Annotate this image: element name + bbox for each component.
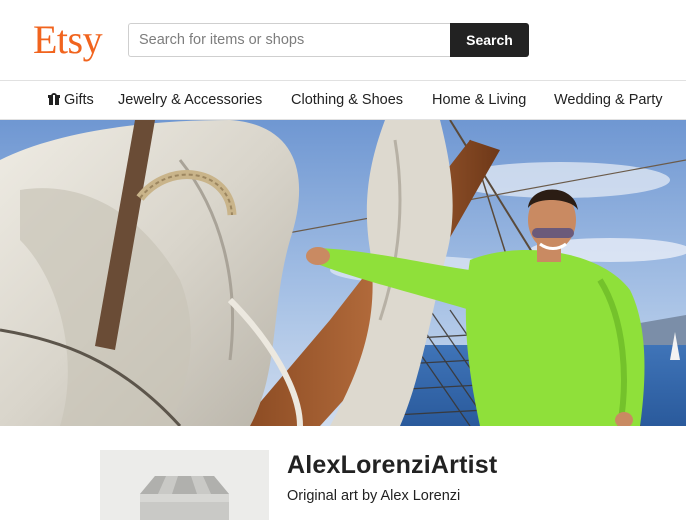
gift-icon [48, 93, 60, 105]
shop-name: AlexLorenziArtist [287, 451, 498, 479]
category-label: Gifts [64, 92, 94, 108]
category-wedding-party[interactable]: Wedding & Party [554, 81, 663, 119]
category-clothing-shoes[interactable]: Clothing & Shoes [291, 81, 403, 119]
etsy-logo[interactable]: Etsy [33, 17, 103, 63]
category-gifts[interactable]: Gifts [48, 81, 94, 119]
search-input[interactable] [128, 23, 451, 57]
search-button[interactable]: Search [450, 23, 529, 57]
category-home-living[interactable]: Home & Living [432, 81, 526, 119]
category-jewelry-accessories[interactable]: Jewelry & Accessories [118, 81, 262, 119]
shop-icon[interactable] [100, 450, 269, 520]
site-header: Etsy Search [0, 0, 686, 81]
shop-tagline: Original art by Alex Lorenzi [287, 488, 461, 504]
banner-photo [0, 120, 686, 426]
shop-banner-image [0, 120, 686, 426]
storefront-awning-icon [140, 476, 229, 520]
search-bar: Search [128, 23, 529, 57]
category-nav: Gifts Jewelry & Accessories Clothing & S… [0, 80, 686, 120]
